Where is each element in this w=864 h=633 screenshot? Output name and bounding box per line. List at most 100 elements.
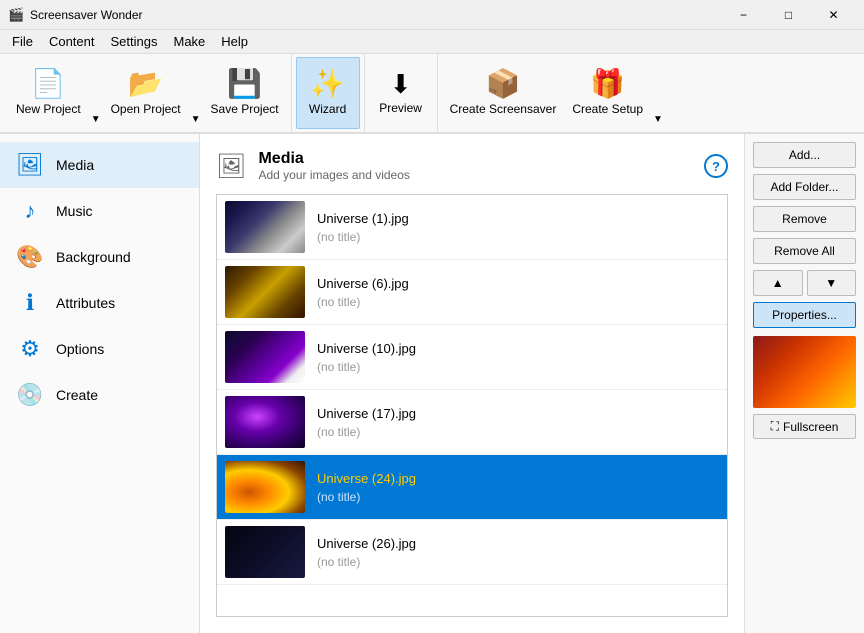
menu-help[interactable]: Help (213, 32, 256, 51)
media-filename: Universe (26).jpg (317, 536, 719, 551)
media-filename: Universe (1).jpg (317, 211, 719, 226)
toolbar-group-create: 📦 Create Screensaver 🎁 Create Setup ▼ (438, 54, 669, 132)
open-project-label: Open Project (111, 102, 181, 116)
arrow-buttons: ▲ ▼ (753, 270, 856, 296)
sidebar-item-options[interactable]: ⚙ Options (0, 326, 199, 372)
minimize-button[interactable]: − (721, 0, 766, 30)
help-button[interactable]: ? (704, 154, 728, 178)
window-controls: − □ ✕ (721, 0, 856, 30)
media-info: Universe (26).jpg (no title) (317, 536, 719, 569)
remove-all-button[interactable]: Remove All (753, 238, 856, 264)
list-item[interactable]: Universe (10).jpg (no title) (217, 325, 727, 390)
attributes-icon: ℹ (16, 290, 44, 316)
open-project-icon: 📂 (128, 70, 163, 98)
content-header: 🖼 Media Add your images and videos ? (216, 150, 728, 182)
new-project-icon: 📄 (31, 70, 66, 98)
add-folder-button[interactable]: Add Folder... (753, 174, 856, 200)
sidebar-item-attributes[interactable]: ℹ Attributes (0, 280, 199, 326)
move-down-button[interactable]: ▼ (807, 270, 857, 296)
toolbar-group-preview: ⬇ Preview (365, 54, 438, 132)
sidebar-item-create[interactable]: 💿 Create (0, 372, 199, 418)
content-header-text: Media Add your images and videos (258, 150, 409, 182)
new-project-label: New Project (16, 102, 81, 116)
list-item[interactable]: Universe (1).jpg(no title) (217, 195, 727, 260)
app-icon: 🎬 (8, 7, 24, 23)
save-project-button[interactable]: 💾 Save Project (203, 57, 287, 129)
wizard-label: Wizard (309, 102, 346, 116)
properties-button[interactable]: Properties... (753, 302, 856, 328)
media-title-text: (no title) (317, 490, 719, 504)
create-screensaver-button[interactable]: 📦 Create Screensaver (442, 57, 565, 129)
sidebar-background-label: Background (56, 249, 131, 265)
create-setup-button[interactable]: 🎁 Create Setup (564, 57, 651, 129)
media-icon: 🖼 (16, 152, 44, 178)
content-area: 🖼 Media Add your images and videos ? Uni… (200, 134, 744, 633)
sidebar-item-background[interactable]: 🎨 Background (0, 234, 199, 280)
new-project-button[interactable]: 📄 New Project (8, 57, 89, 129)
media-info: Universe (17).jpg(no title) (317, 406, 719, 439)
media-filename: Universe (6).jpg (317, 276, 719, 291)
create-setup-arrow[interactable]: ▼ (651, 57, 665, 129)
media-thumbnail (225, 526, 305, 578)
preview-icon: ⬇ (390, 71, 412, 97)
media-thumbnail (225, 396, 305, 448)
menu-make[interactable]: Make (165, 32, 213, 51)
media-info: Universe (6).jpg(no title) (317, 276, 719, 309)
right-panel: Add... Add Folder... Remove Remove All ▲… (744, 134, 864, 633)
save-project-label: Save Project (211, 102, 279, 116)
media-thumbnail (225, 461, 305, 513)
list-item[interactable]: Universe (6).jpg(no title) (217, 260, 727, 325)
sidebar-create-label: Create (56, 387, 98, 403)
maximize-button[interactable]: □ (766, 0, 811, 30)
create-setup-icon: 🎁 (590, 70, 625, 98)
sidebar-item-media[interactable]: 🖼 Media (0, 142, 199, 188)
fullscreen-button[interactable]: ⛶ Fullscreen (753, 414, 856, 439)
close-button[interactable]: ✕ (811, 0, 856, 30)
media-title-text: (no title) (317, 360, 719, 374)
list-item[interactable]: Universe (24).jpg(no title) (217, 455, 727, 520)
sidebar-music-label: Music (56, 203, 93, 219)
menu-file[interactable]: File (4, 32, 41, 51)
sidebar-attributes-label: Attributes (56, 295, 115, 311)
open-project-button[interactable]: 📂 Open Project (103, 57, 189, 129)
content-header-icon: 🖼 (216, 152, 246, 181)
media-title-text: (no title) (317, 425, 719, 439)
media-title-text: (no title) (317, 555, 719, 569)
media-thumbnail (225, 266, 305, 318)
list-item[interactable]: Universe (17).jpg(no title) (217, 390, 727, 455)
create-setup-split: 🎁 Create Setup ▼ (564, 57, 665, 129)
media-filename: Universe (10).jpg (317, 341, 719, 356)
music-icon: ♪ (16, 198, 44, 224)
fullscreen-icon: ⛶ (771, 419, 779, 434)
media-list[interactable]: Universe (1).jpg(no title)Universe (6).j… (216, 194, 728, 617)
preview-label: Preview (379, 101, 422, 115)
menu-settings[interactable]: Settings (103, 32, 166, 51)
new-project-split: 📄 New Project ▼ (8, 57, 103, 129)
fullscreen-label: Fullscreen (783, 420, 838, 434)
create-icon: 💿 (16, 382, 44, 408)
wizard-button[interactable]: ✨ Wizard (296, 57, 360, 129)
add-button[interactable]: Add... (753, 142, 856, 168)
create-setup-label: Create Setup (572, 102, 643, 116)
media-thumbnail (225, 331, 305, 383)
new-project-arrow[interactable]: ▼ (89, 57, 103, 129)
save-project-icon: 💾 (227, 70, 262, 98)
sidebar-media-label: Media (56, 157, 94, 173)
menu-content[interactable]: Content (41, 32, 103, 51)
sidebar-item-music[interactable]: ♪ Music (0, 188, 199, 234)
move-up-button[interactable]: ▲ (753, 270, 803, 296)
create-screensaver-label: Create Screensaver (450, 102, 557, 116)
list-item[interactable]: Universe (26).jpg (no title) (217, 520, 727, 585)
content-subtitle: Add your images and videos (258, 168, 409, 182)
menubar: File Content Settings Make Help (0, 30, 864, 54)
remove-button[interactable]: Remove (753, 206, 856, 232)
window-title: Screensaver Wonder (30, 8, 721, 22)
media-info: Universe (10).jpg (no title) (317, 341, 719, 374)
open-project-arrow[interactable]: ▼ (189, 57, 203, 129)
sidebar-options-label: Options (56, 341, 104, 357)
content-title: Media (258, 150, 409, 168)
toolbar-group-project: 📄 New Project ▼ 📂 Open Project ▼ 💾 Save … (4, 54, 292, 132)
preview-button[interactable]: ⬇ Preview (369, 57, 433, 129)
titlebar: 🎬 Screensaver Wonder − □ ✕ (0, 0, 864, 30)
media-thumbnail (225, 201, 305, 253)
